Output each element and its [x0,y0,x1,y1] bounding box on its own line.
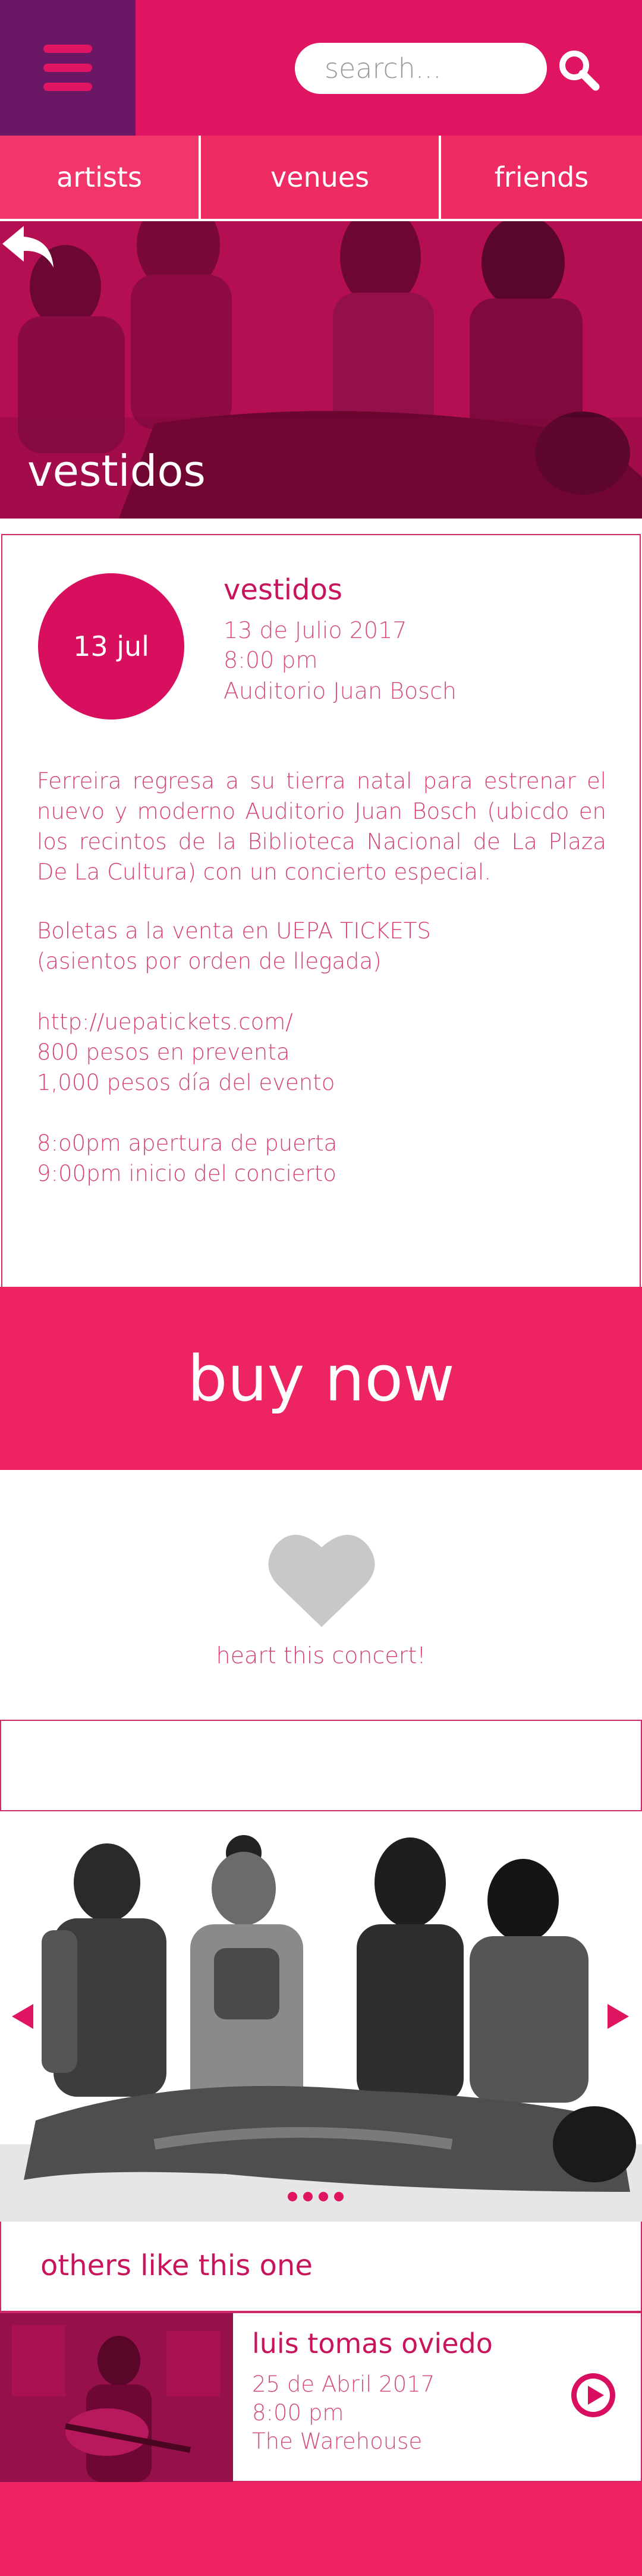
hero-title: vestidos [27,446,206,496]
search-input[interactable] [295,43,547,94]
tickets-seating: (asientos por orden de llegada) [37,948,382,974]
tickets-link[interactable]: http://uepatickets.com/ [37,1007,293,1037]
chevron-right-icon[interactable] [606,2003,630,2030]
related-event-date: 25 de Abril 2017 [252,2371,435,2397]
show-start: 9:00pm inicio del concierto [37,1161,336,1186]
tab-friends[interactable]: friends [441,136,642,219]
play-icon[interactable] [569,2371,617,2419]
tab-venues[interactable]: venues [201,136,439,219]
hamburger-icon-bar [43,83,92,91]
event-name: vestidos [224,573,342,607]
footer-bar [0,2482,642,2576]
others-header: others like this one [0,2222,642,2312]
event-date: 13 de Julio 2017 [224,617,407,643]
heart-icon[interactable] [268,1529,376,1629]
chevron-left-icon[interactable] [11,2003,34,2030]
event-details-card: 13 jul vestidos 13 de Julio 2017 8:00 pm… [1,534,641,1287]
price-presale: 800 pesos en preventa [37,1039,290,1065]
related-event-venue: The Warehouse [252,2429,423,2454]
main-nav: artists venues friends [0,136,642,219]
carousel-dot[interactable] [288,2192,297,2201]
carousel-dots [288,2192,344,2201]
hamburger-icon-bar [43,64,92,72]
others-title: others like this one [40,2249,313,2282]
related-event-time: 8:00 pm [252,2400,344,2426]
carousel-dot[interactable] [319,2192,328,2201]
related-event-thumbnail [0,2313,233,2482]
event-description: Ferreira regresa a su tierra natal para … [37,768,606,885]
date-badge: 13 jul [38,573,184,720]
carousel-dot[interactable] [334,2192,344,2201]
tickets-info: Boletas a la venta en UEPA TICKETS [37,918,431,944]
empty-panel [0,1720,642,1811]
doors-open: 8:o0pm apertura de puerta [37,1130,338,1156]
price-event-day: 1,000 pesos día del evento [37,1070,335,1095]
related-event-name: luis tomas oviedo [252,2327,493,2360]
photo-carousel [0,1811,642,2222]
event-time: 8:00 pm [224,647,318,673]
buy-now-button[interactable]: buy now [0,1287,642,1470]
artist-photo [0,2313,233,2482]
heart-label[interactable]: heart this concert! [0,1642,642,1669]
search-icon[interactable] [555,46,603,94]
menu-button[interactable] [0,0,136,136]
tab-artists[interactable]: artists [0,136,199,219]
hero-banner: vestidos [0,221,642,519]
carousel-dot[interactable] [303,2192,313,2201]
back-arrow-icon[interactable] [0,221,57,271]
heart-section: heart this concert! [0,1470,642,1720]
event-venue: Auditorio Juan Bosch [224,678,457,704]
app-header [0,0,642,136]
hamburger-icon-bar [43,45,92,53]
band-photo-bw [0,1811,642,2222]
related-event-card[interactable]: luis tomas oviedo 25 de Abril 2017 8:00 … [0,2312,642,2482]
